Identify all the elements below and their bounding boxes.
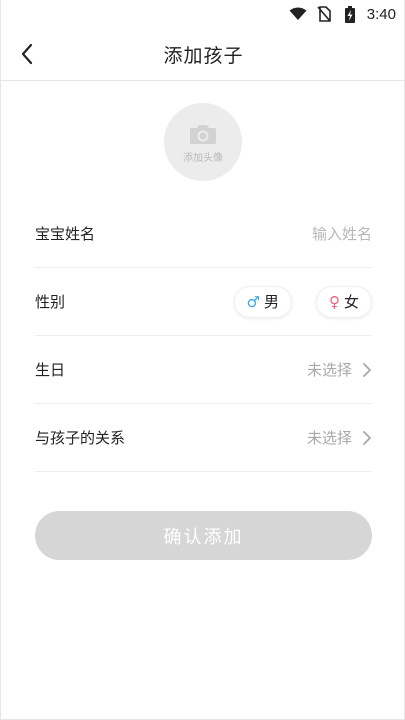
status-bar: 3:40 (1, 0, 405, 28)
name-row: 宝宝姓名 (35, 200, 372, 268)
no-sim-icon (315, 5, 333, 23)
gender-row: 性别 ♂ 男 ♀ 女 (35, 268, 372, 336)
female-icon: ♀ (328, 292, 340, 311)
avatar-label: 添加头像 (183, 152, 223, 164)
birthday-row[interactable]: 生日 未选择 (35, 336, 372, 404)
chevron-right-icon (363, 430, 371, 445)
chevron-left-icon (21, 43, 33, 65)
confirm-add-button[interactable]: 确认添加 (35, 511, 372, 560)
gender-male-button[interactable]: ♂ 男 (233, 285, 292, 318)
app-screen: 3:40 添加孩子 添加头像 宝宝姓名 性别 ♂ 男 (0, 0, 405, 720)
back-button[interactable] (13, 40, 41, 68)
birthday-picker[interactable]: 未选择 (307, 359, 372, 380)
gender-label: 性别 (35, 293, 66, 311)
nav-header: 添加孩子 (1, 28, 405, 81)
name-label: 宝宝姓名 (35, 225, 96, 243)
relation-label: 与孩子的关系 (35, 429, 126, 447)
wifi-icon (289, 5, 307, 23)
battery-charging-icon (341, 5, 359, 23)
name-input[interactable] (232, 224, 372, 243)
page-title: 添加孩子 (163, 44, 244, 67)
gender-female-label: 女 (343, 293, 359, 311)
birthday-value: 未选择 (306, 361, 352, 379)
camera-icon (190, 124, 216, 144)
birthday-label: 生日 (35, 361, 66, 379)
status-time: 3:40 (366, 5, 396, 23)
chevron-right-icon (363, 362, 371, 377)
gender-options: ♂ 男 ♀ 女 (233, 285, 372, 318)
relation-value: 未选择 (306, 429, 352, 447)
relation-row[interactable]: 与孩子的关系 未选择 (35, 404, 372, 472)
male-icon: ♂ (246, 292, 260, 311)
add-avatar-button[interactable]: 添加头像 (164, 103, 242, 181)
gender-female-button[interactable]: ♀ 女 (315, 285, 372, 318)
gender-male-label: 男 (263, 293, 279, 311)
relation-picker[interactable]: 未选择 (307, 427, 372, 448)
